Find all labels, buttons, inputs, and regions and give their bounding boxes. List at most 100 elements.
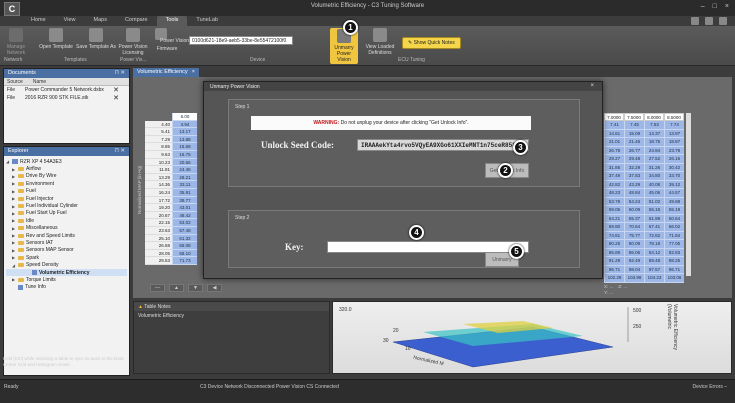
- menu-item-2[interactable]: Maps: [85, 16, 116, 26]
- table-cell[interactable]: 61.99: [644, 214, 664, 223]
- table-cell[interactable]: 51.02: [644, 197, 664, 206]
- table-cell[interactable]: 26.79: [604, 146, 624, 155]
- table-cell[interactable]: 7.74: [664, 121, 684, 130]
- tree-item[interactable]: ▶ Environment: [6, 180, 127, 187]
- table-cell[interactable]: 96.71: [604, 265, 624, 274]
- device-errors[interactable]: Device Errors –: [693, 384, 727, 390]
- table-cell[interactable]: 29.27: [604, 155, 624, 164]
- table-cell[interactable]: 80.09: [624, 240, 644, 249]
- table-cell[interactable]: 39.12: [664, 180, 684, 189]
- table-cell[interactable]: 13.88: [172, 135, 197, 144]
- table-cell[interactable]: 13.17: [172, 128, 197, 136]
- table-cell[interactable]: 98.04: [624, 265, 644, 274]
- table-cell[interactable]: 24.94: [644, 146, 664, 155]
- table-cell[interactable]: 26.77: [624, 146, 644, 155]
- table-cell[interactable]: 31.85: [604, 163, 624, 172]
- menu-item-0[interactable]: Home: [22, 16, 55, 26]
- grid-nav-button-2[interactable]: ▼: [188, 284, 203, 292]
- table-cell[interactable]: 16.75: [172, 150, 197, 159]
- table-cell[interactable]: 102.29: [604, 274, 624, 283]
- panel-close-icon[interactable]: ⊓ ✕: [115, 148, 125, 154]
- table-cell[interactable]: 15.09: [624, 129, 644, 138]
- panel-pin-icon[interactable]: ⊓ ✕: [115, 70, 125, 76]
- table-cell[interactable]: 72.82: [644, 231, 664, 240]
- table-cell[interactable]: 88.25: [664, 257, 684, 266]
- table-cell[interactable]: 43.01: [172, 204, 197, 212]
- table-cell[interactable]: 53.79: [604, 197, 624, 206]
- table-cell[interactable]: 92.49: [624, 257, 644, 266]
- tree-item[interactable]: ◢ Speed Density: [6, 261, 127, 268]
- table-cell[interactable]: 48.42: [172, 211, 197, 220]
- table-cell[interactable]: 42.82: [604, 180, 624, 189]
- grid-scrollbar[interactable]: [686, 113, 691, 276]
- table-cell[interactable]: 14.61: [604, 129, 624, 138]
- table-cell[interactable]: 71.84: [664, 231, 684, 240]
- maximize-button[interactable]: □: [713, 3, 717, 10]
- table-cell[interactable]: 97.57: [644, 265, 664, 274]
- dialog-close-button[interactable]: ×: [590, 83, 594, 89]
- tree-item[interactable]: Tune Info: [6, 284, 127, 291]
- table-cell[interactable]: 18.87: [664, 138, 684, 147]
- table-cell[interactable]: 27.52: [644, 155, 664, 164]
- table-cell[interactable]: 78.19: [644, 240, 664, 249]
- table-cell[interactable]: 84.12: [644, 248, 664, 257]
- table-cell[interactable]: 33.11: [172, 181, 197, 189]
- table-cell[interactable]: 60.64: [664, 214, 684, 223]
- table-cell[interactable]: 85.89: [604, 248, 624, 257]
- minimize-button[interactable]: –: [701, 3, 705, 10]
- table-cell[interactable]: 7.53: [644, 121, 664, 130]
- tree-item[interactable]: ▶ Idle: [6, 217, 127, 224]
- settings-icon[interactable]: [705, 17, 713, 25]
- table-cell[interactable]: 34.80: [644, 172, 664, 181]
- table-cell[interactable]: 7.41: [604, 121, 624, 130]
- manage-network-button[interactable]: Manage Network: [4, 28, 28, 56]
- table-cell[interactable]: 30.42: [664, 163, 684, 172]
- table-cell[interactable]: 14.37: [644, 129, 664, 138]
- table-cell[interactable]: 40.08: [644, 180, 664, 189]
- tree-item[interactable]: ▶ Rev and Speed Limits: [6, 232, 127, 239]
- table-cell[interactable]: 31.26: [644, 163, 664, 172]
- table-cell[interactable]: 21.01: [604, 138, 624, 147]
- table-cell[interactable]: 86.06: [624, 248, 644, 257]
- table-cell[interactable]: 80.25: [604, 240, 624, 249]
- table-cell[interactable]: 66.02: [664, 223, 684, 232]
- table-cell[interactable]: 26.16: [664, 155, 684, 164]
- table-cell[interactable]: 37.83: [624, 172, 644, 181]
- tree-item[interactable]: ▶ Sensors MAP Sensor: [6, 247, 127, 254]
- table-cell[interactable]: 4.94: [172, 120, 197, 129]
- table-cell[interactable]: 44.57: [664, 189, 684, 198]
- table-cell[interactable]: 96.71: [664, 265, 684, 274]
- help-icon[interactable]: [719, 17, 727, 25]
- table-cell[interactable]: 71.73: [172, 257, 197, 265]
- grid-nav-button-1[interactable]: ▲: [169, 284, 184, 292]
- power-vision-licensing-button[interactable]: Power Vision Licensing: [118, 28, 148, 56]
- table-cell[interactable]: 53.02: [172, 219, 197, 227]
- open-template-button[interactable]: Open Template: [36, 28, 76, 50]
- table-cell[interactable]: 37.49: [604, 172, 624, 181]
- tree-item[interactable]: ▶ Fuel Injector: [6, 195, 127, 202]
- table-cell[interactable]: 48.23: [604, 189, 624, 198]
- tree-item[interactable]: ▶ Fuel Start Up Fuel: [6, 210, 127, 217]
- surface-3d-view[interactable]: 320.0 500 250 20 30 10 Normalized M Volu…: [332, 301, 732, 374]
- table-cell[interactable]: 69.80: [604, 223, 624, 232]
- pv-guid-field[interactable]: 0100d621-18e9-aeb5-33be-8e55472100f0: [189, 36, 293, 45]
- document-row[interactable]: File Power Commander 5 Network.dsbx ✕: [4, 86, 129, 94]
- table-cell[interactable]: 24.46: [172, 166, 197, 174]
- table-cell[interactable]: 29.48: [624, 155, 644, 164]
- table-cell[interactable]: 56.15: [644, 206, 664, 215]
- table-cell[interactable]: 35.91: [172, 188, 197, 197]
- grid-nav-button-3[interactable]: ◀: [207, 284, 222, 292]
- table-cell[interactable]: 45.06: [644, 189, 664, 198]
- table-cell[interactable]: 89.48: [644, 257, 664, 266]
- table-cell[interactable]: 54.24: [624, 197, 644, 206]
- table-cell[interactable]: 64.21: [604, 214, 624, 223]
- table-cell[interactable]: 55.19: [664, 206, 684, 215]
- tree-item[interactable]: Volumetric Efficiency: [6, 268, 127, 277]
- layout-icon[interactable]: [691, 17, 699, 25]
- tree-item[interactable]: ▶ Drive By Wire: [6, 173, 127, 180]
- table-cell[interactable]: 103.06: [664, 274, 684, 283]
- table-cell[interactable]: 18.75: [644, 138, 664, 147]
- table-cell[interactable]: 61.32: [172, 234, 197, 243]
- close-window-button[interactable]: ×: [725, 3, 729, 10]
- tree-item[interactable]: ▶ Sensors IAT: [6, 239, 127, 246]
